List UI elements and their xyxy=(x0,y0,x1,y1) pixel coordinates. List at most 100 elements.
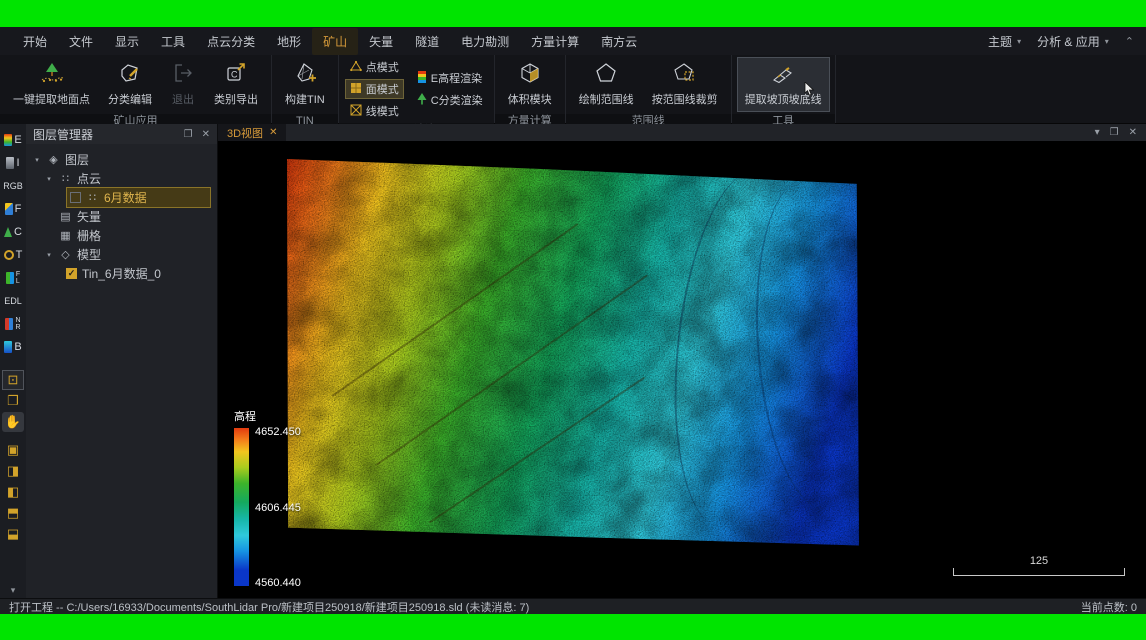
clip-by-boundary-button[interactable]: 按范围线裁剪 xyxy=(644,57,726,112)
button-label: 线模式 xyxy=(366,103,399,119)
fusion-mode-button[interactable]: F xyxy=(0,198,26,220)
export-arrow-icon: C xyxy=(223,61,249,88)
tree-node-pointcloud[interactable]: ▾ ∷ 点云 xyxy=(26,169,217,188)
elevation-render-button[interactable]: E高程渲染 xyxy=(412,68,488,88)
tree-node-vector[interactable]: ▤ 矢量 xyxy=(26,207,217,226)
extract-ground-points-button[interactable]: 一键提取地面点 xyxy=(5,57,98,112)
mode-label: F xyxy=(15,203,22,215)
cube-icon xyxy=(517,61,543,88)
class-render-button[interactable]: C分类渲染 xyxy=(412,90,488,110)
extract-slope-lines-button[interactable]: 提取坡顶坡底线 xyxy=(737,57,830,112)
close-view-icon[interactable]: ✕ xyxy=(1129,127,1137,138)
theme-dropdown[interactable]: 主题 ▾ xyxy=(988,33,1021,50)
tree-node-tin-june[interactable]: ✓ Tin_6月数据_0 xyxy=(26,264,217,283)
menu-item-start[interactable]: 开始 xyxy=(12,28,58,55)
layers-icon: ◈ xyxy=(47,153,60,166)
tree-node-label: 6月数据 xyxy=(104,189,147,206)
tab-close-icon[interactable]: ✕ xyxy=(269,127,277,138)
mouse-cursor-icon xyxy=(804,82,815,99)
line-mode-icon xyxy=(350,104,362,119)
menu-bar: 开始 文件 显示 工具 点云分类 地形 矿山 矢量 隧道 电力勘测 方量计算 南… xyxy=(0,27,1146,55)
class-export-button[interactable]: C 类别导出 xyxy=(206,57,266,112)
build-tin-button[interactable]: 构建TIN xyxy=(277,57,333,112)
menu-item-power-survey[interactable]: 电力勘测 xyxy=(450,28,520,55)
pan-tool-button[interactable]: ✋ xyxy=(2,412,24,432)
float-view-icon[interactable]: ❐ xyxy=(1110,127,1119,138)
blend-mode-button[interactable]: B xyxy=(0,336,26,358)
menu-item-volume-calc[interactable]: 方量计算 xyxy=(520,28,590,55)
terrain-pointcloud[interactable] xyxy=(287,159,859,547)
exit-button: 退出 xyxy=(162,57,204,112)
flight-line-mode-button[interactable]: F L xyxy=(0,267,26,289)
menu-item-display[interactable]: 显示 xyxy=(104,28,150,55)
menu-item-file[interactable]: 文件 xyxy=(58,28,104,55)
menu-item-terrain[interactable]: 地形 xyxy=(266,28,312,55)
class-tree-icon xyxy=(4,227,12,237)
return-number-mode-button[interactable]: N R xyxy=(0,313,26,335)
tab-list-dropdown-icon[interactable]: ▾ xyxy=(1095,127,1100,138)
pick-cube-icon: ⊡ xyxy=(8,372,19,388)
view-left-button[interactable]: ◧ xyxy=(2,482,24,502)
time-mode-button[interactable]: T xyxy=(0,244,26,266)
menu-item-tunnel[interactable]: 隧道 xyxy=(404,28,450,55)
scale-bar-line xyxy=(953,569,1125,576)
expand-arrow-icon[interactable]: ▾ xyxy=(44,251,54,259)
float-panel-icon[interactable]: ❐ xyxy=(184,129,193,140)
analysis-label: 分析 & 应用 xyxy=(1037,33,1100,50)
tree-node-raster[interactable]: ▦ 栅格 xyxy=(26,226,217,245)
menu-item-mine-active[interactable]: 矿山 xyxy=(312,28,358,55)
elevation-mode-button[interactable]: E xyxy=(0,129,26,151)
edl-mode-button[interactable]: EDL xyxy=(0,290,26,312)
button-label: 退出 xyxy=(172,91,194,107)
menu-item-vector[interactable]: 矢量 xyxy=(358,28,404,55)
blend-icon xyxy=(4,341,12,353)
button-label: 点模式 xyxy=(366,59,399,75)
button-label: C分类渲染 xyxy=(431,92,483,108)
menu-item-south-cloud[interactable]: 南方云 xyxy=(590,28,648,55)
menu-item-tools[interactable]: 工具 xyxy=(150,28,196,55)
tree-node-model[interactable]: ▾ ◇ 模型 xyxy=(26,245,217,264)
view-right-button[interactable]: ◨ xyxy=(2,461,24,481)
view-iso-button[interactable]: ▣ xyxy=(2,440,24,460)
toolbar-more-button[interactable]: ▾ xyxy=(11,585,16,596)
app-window: 开始 文件 显示 工具 点云分类 地形 矿山 矢量 隧道 电力勘测 方量计算 南… xyxy=(0,27,1146,614)
view-canvas[interactable]: 高程 4652.450 4606.445 4560.440 125 xyxy=(218,141,1146,598)
tab-3d-view[interactable]: 3D视图 ✕ xyxy=(218,124,286,141)
view-cube-left-icon: ◧ xyxy=(7,484,19,500)
pick-tool-button[interactable]: ⊡ xyxy=(2,370,24,390)
raster-layer-icon: ▦ xyxy=(59,229,72,242)
elevation-legend: 高程 4652.450 4606.445 4560.440 xyxy=(234,408,315,586)
face-mode-icon xyxy=(350,82,362,97)
mode-label: E xyxy=(14,134,21,146)
view-top-button[interactable]: ⬒ xyxy=(2,503,24,523)
face-mode-button-selected[interactable]: 面模式 xyxy=(345,79,404,99)
expand-arrow-icon[interactable]: ▾ xyxy=(32,156,42,164)
draw-boundary-button[interactable]: 绘制范围线 xyxy=(571,57,642,112)
analysis-app-dropdown[interactable]: 分析 & 应用 ▾ xyxy=(1037,33,1109,50)
mode-label: EDL xyxy=(4,296,22,306)
close-panel-icon[interactable]: ✕ xyxy=(202,129,210,140)
classify-edit-button[interactable]: 分类编辑 xyxy=(100,57,160,112)
mode-label: RGB xyxy=(3,181,23,191)
fusion-icon xyxy=(5,203,13,215)
mode-label: C xyxy=(14,226,22,238)
volume-module-button[interactable]: 体积模块 xyxy=(500,57,560,112)
rgb-mode-button[interactable]: RGB xyxy=(0,175,26,197)
point-mode-button[interactable]: 点模式 xyxy=(345,57,404,77)
flight-line-icon xyxy=(6,272,14,284)
visibility-checkbox-unchecked[interactable] xyxy=(70,192,81,203)
scale-bar: 125 xyxy=(953,555,1125,576)
expand-arrow-icon[interactable]: ▾ xyxy=(44,175,54,183)
tree-node-june-data-selected[interactable]: ∷ 6月数据 xyxy=(26,188,217,207)
line-mode-button[interactable]: 线模式 xyxy=(345,101,404,121)
visibility-checkbox-checked[interactable]: ✓ xyxy=(66,268,77,279)
view-bottom-button[interactable]: ⬓ xyxy=(2,524,24,544)
classification-mode-button[interactable]: C xyxy=(0,221,26,243)
intensity-mode-button[interactable]: I xyxy=(0,152,26,174)
tree-node-layers[interactable]: ▾ ◈ 图层 xyxy=(26,150,217,169)
flip-page-tool-button[interactable]: ❐ xyxy=(2,391,24,411)
checkmark-icon: ✓ xyxy=(68,268,76,279)
tree-node-label: 模型 xyxy=(77,246,101,263)
menu-item-pointcloud-classify[interactable]: 点云分类 xyxy=(196,28,266,55)
collapse-ribbon-icon[interactable]: ⌃ xyxy=(1125,35,1134,48)
